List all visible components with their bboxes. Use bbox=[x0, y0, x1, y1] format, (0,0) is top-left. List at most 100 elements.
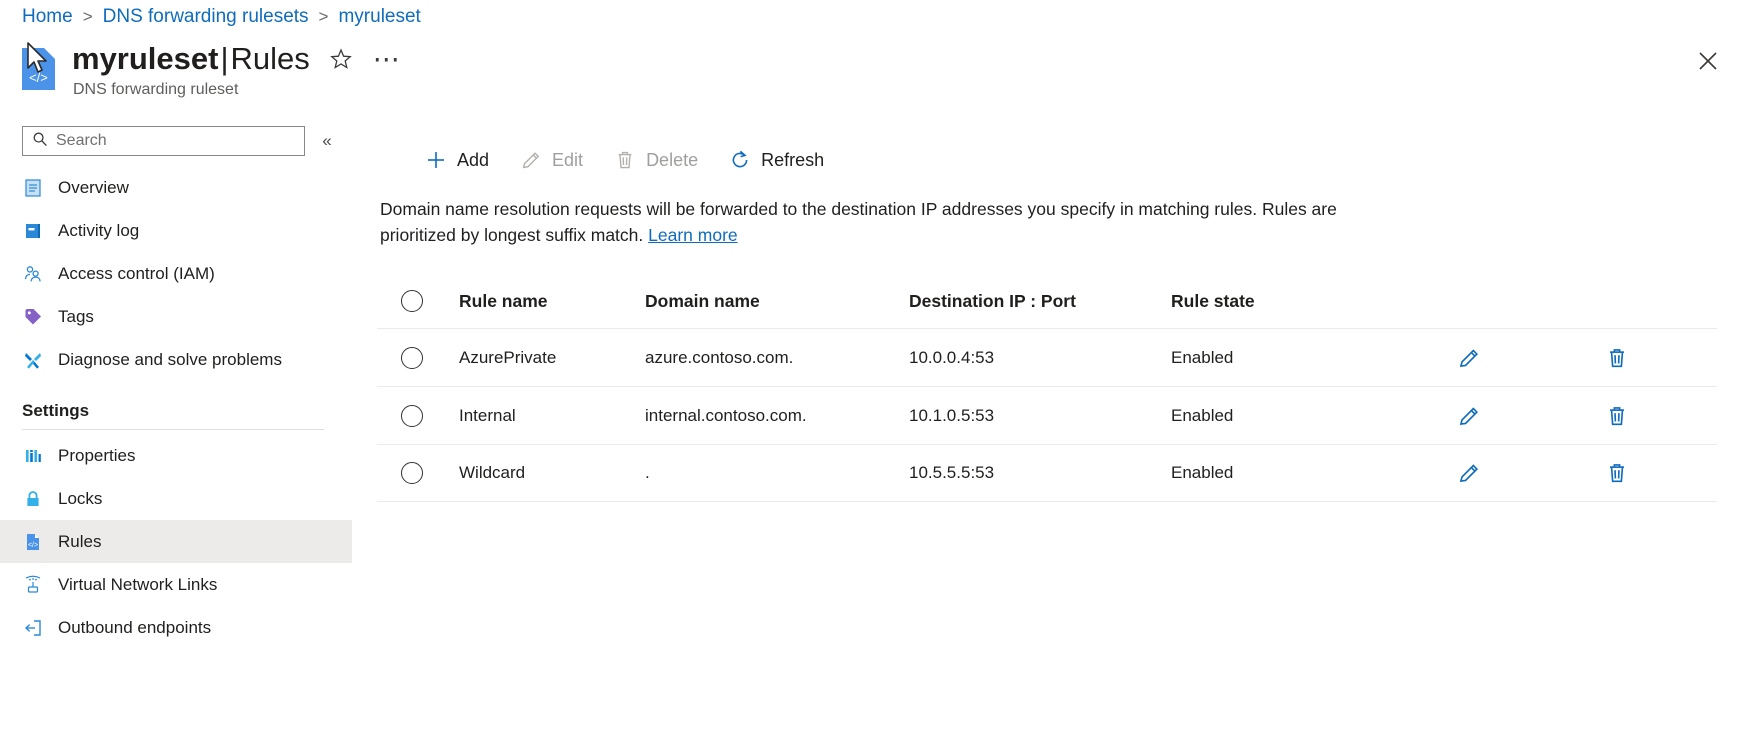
dns-ruleset-icon: </> bbox=[22, 48, 60, 90]
row-delete-cell bbox=[1517, 343, 1717, 373]
cell-rule-name: Internal bbox=[459, 406, 645, 426]
properties-icon bbox=[22, 445, 44, 467]
edit-button-label: Edit bbox=[552, 150, 583, 171]
table-row[interactable]: AzurePrivate azure.contoso.com. 10.0.0.4… bbox=[377, 328, 1717, 386]
column-header-rule-name[interactable]: Rule name bbox=[459, 291, 645, 312]
pencil-icon[interactable] bbox=[1454, 401, 1484, 431]
cell-domain-name: azure.contoso.com. bbox=[645, 348, 909, 368]
sidebar-item-label: Outbound endpoints bbox=[58, 618, 211, 638]
refresh-button[interactable]: Refresh bbox=[728, 143, 824, 177]
sidebar-item-properties[interactable]: Properties bbox=[0, 434, 352, 477]
azure-portal-blade: Home > DNS forwarding rulesets > myrules… bbox=[0, 0, 1745, 735]
svg-text:</>: </> bbox=[28, 542, 38, 549]
sidebar-section-divider bbox=[22, 429, 324, 430]
learn-more-link[interactable]: Learn more bbox=[648, 225, 738, 245]
sidebar-item-virtual-network-links[interactable]: Virtual Network Links bbox=[0, 563, 352, 606]
table-header-row: Rule name Domain name Destination IP : P… bbox=[377, 274, 1717, 328]
delete-button-label: Delete bbox=[646, 150, 698, 171]
command-toolbar: Add Edit De bbox=[377, 120, 1745, 182]
sidebar-item-overview[interactable]: Overview bbox=[0, 166, 352, 209]
add-button[interactable]: Add bbox=[424, 143, 489, 177]
sidebar-item-label: Diagnose and solve problems bbox=[58, 350, 282, 370]
row-radio[interactable] bbox=[401, 347, 423, 369]
outbound-endpoints-icon bbox=[22, 617, 44, 639]
cell-rule-state: Enabled bbox=[1171, 463, 1421, 483]
virtual-network-links-icon bbox=[22, 574, 44, 596]
sidebar-item-label: Virtual Network Links bbox=[58, 575, 217, 595]
breadcrumb-item-dns-forwarding-rulesets[interactable]: DNS forwarding rulesets bbox=[103, 6, 309, 28]
sidebar-nav-primary: Overview Activity log bbox=[0, 166, 352, 381]
close-icon[interactable] bbox=[1693, 46, 1723, 76]
breadcrumb-item-home[interactable]: Home bbox=[22, 6, 73, 28]
search-input[interactable]: Search bbox=[22, 126, 305, 156]
rules-table: Rule name Domain name Destination IP : P… bbox=[377, 274, 1745, 502]
sidebar-item-label: Tags bbox=[58, 307, 94, 327]
tag-icon bbox=[22, 306, 44, 328]
sidebar-nav-settings: Properties Locks </> bbox=[0, 434, 352, 649]
sidebar-item-access-control[interactable]: Access control (IAM) bbox=[0, 252, 352, 295]
cell-domain-name: internal.contoso.com. bbox=[645, 406, 909, 426]
column-header-destination[interactable]: Destination IP : Port bbox=[909, 291, 1171, 312]
edit-button[interactable]: Edit bbox=[519, 143, 583, 177]
sidebar-item-label: Properties bbox=[58, 446, 135, 466]
sidebar-item-rules[interactable]: </> Rules bbox=[0, 520, 352, 563]
trash-icon[interactable] bbox=[1602, 343, 1632, 373]
sidebar-item-label: Activity log bbox=[58, 221, 139, 241]
sidebar-item-activity-log[interactable]: Activity log bbox=[0, 209, 352, 252]
sidebar-item-tags[interactable]: Tags bbox=[0, 295, 352, 338]
row-delete-cell bbox=[1517, 401, 1717, 431]
table-row[interactable]: Internal internal.contoso.com. 10.1.0.5:… bbox=[377, 386, 1717, 444]
sidebar-search-row: Search « bbox=[0, 120, 352, 156]
sidebar-item-label: Overview bbox=[58, 178, 129, 198]
activity-log-icon bbox=[22, 220, 44, 242]
search-placeholder: Search bbox=[56, 132, 107, 150]
cell-rule-name: Wildcard bbox=[459, 463, 645, 483]
pencil-icon bbox=[519, 148, 543, 172]
row-radio[interactable] bbox=[401, 405, 423, 427]
pencil-icon[interactable] bbox=[1454, 343, 1484, 373]
column-header-rule-state[interactable]: Rule state bbox=[1171, 291, 1421, 312]
sidebar-item-diagnose-and-solve-problems[interactable]: Diagnose and solve problems bbox=[0, 338, 352, 381]
rules-icon: </> bbox=[22, 531, 44, 553]
delete-button[interactable]: Delete bbox=[613, 143, 698, 177]
row-edit-cell bbox=[1421, 401, 1517, 431]
select-all-cell bbox=[379, 290, 459, 312]
plus-icon bbox=[424, 148, 448, 172]
cell-rule-state: Enabled bbox=[1171, 348, 1421, 368]
cell-rule-name: AzurePrivate bbox=[459, 348, 645, 368]
cell-destination: 10.1.0.5:53 bbox=[909, 406, 1171, 426]
star-icon[interactable] bbox=[326, 44, 356, 74]
main-content: Add Edit De bbox=[377, 120, 1745, 735]
breadcrumb-separator-icon: > bbox=[83, 7, 93, 27]
sidebar-section-title: Settings bbox=[0, 401, 352, 421]
double-chevron-left-icon[interactable]: « bbox=[313, 127, 341, 155]
wrench-icon bbox=[22, 349, 44, 371]
table-row[interactable]: Wildcard . 10.5.5.5:53 Enabled bbox=[377, 444, 1717, 502]
ellipsis-icon[interactable]: ⋯ bbox=[372, 44, 402, 74]
trash-icon[interactable] bbox=[1602, 401, 1632, 431]
cell-destination: 10.5.5.5:53 bbox=[909, 463, 1171, 483]
row-edit-cell bbox=[1421, 343, 1517, 373]
page-title: myruleset|Rules bbox=[72, 40, 310, 78]
sidebar-item-outbound-endpoints[interactable]: Outbound endpoints bbox=[0, 606, 352, 649]
sidebar-item-locks[interactable]: Locks bbox=[0, 477, 352, 520]
trash-icon bbox=[613, 148, 637, 172]
breadcrumb: Home > DNS forwarding rulesets > myrules… bbox=[22, 6, 421, 28]
overview-icon bbox=[22, 177, 44, 199]
page-title-resource: myruleset bbox=[72, 41, 218, 76]
pencil-icon[interactable] bbox=[1454, 458, 1484, 488]
description-text: Domain name resolution requests will be … bbox=[379, 196, 1364, 248]
page-header: </> myruleset|Rules ⋯ DNS forwarding rul… bbox=[22, 40, 402, 99]
row-radio[interactable] bbox=[401, 462, 423, 484]
row-edit-cell bbox=[1421, 458, 1517, 488]
lock-icon bbox=[22, 488, 44, 510]
column-header-domain-name[interactable]: Domain name bbox=[645, 291, 909, 312]
row-select-cell bbox=[379, 347, 459, 369]
access-control-icon bbox=[22, 263, 44, 285]
breadcrumb-item-myruleset[interactable]: myruleset bbox=[338, 6, 420, 28]
breadcrumb-separator-icon: > bbox=[319, 7, 329, 27]
trash-icon[interactable] bbox=[1602, 458, 1632, 488]
row-select-cell bbox=[379, 462, 459, 484]
add-button-label: Add bbox=[457, 150, 489, 171]
select-all-radio[interactable] bbox=[401, 290, 423, 312]
